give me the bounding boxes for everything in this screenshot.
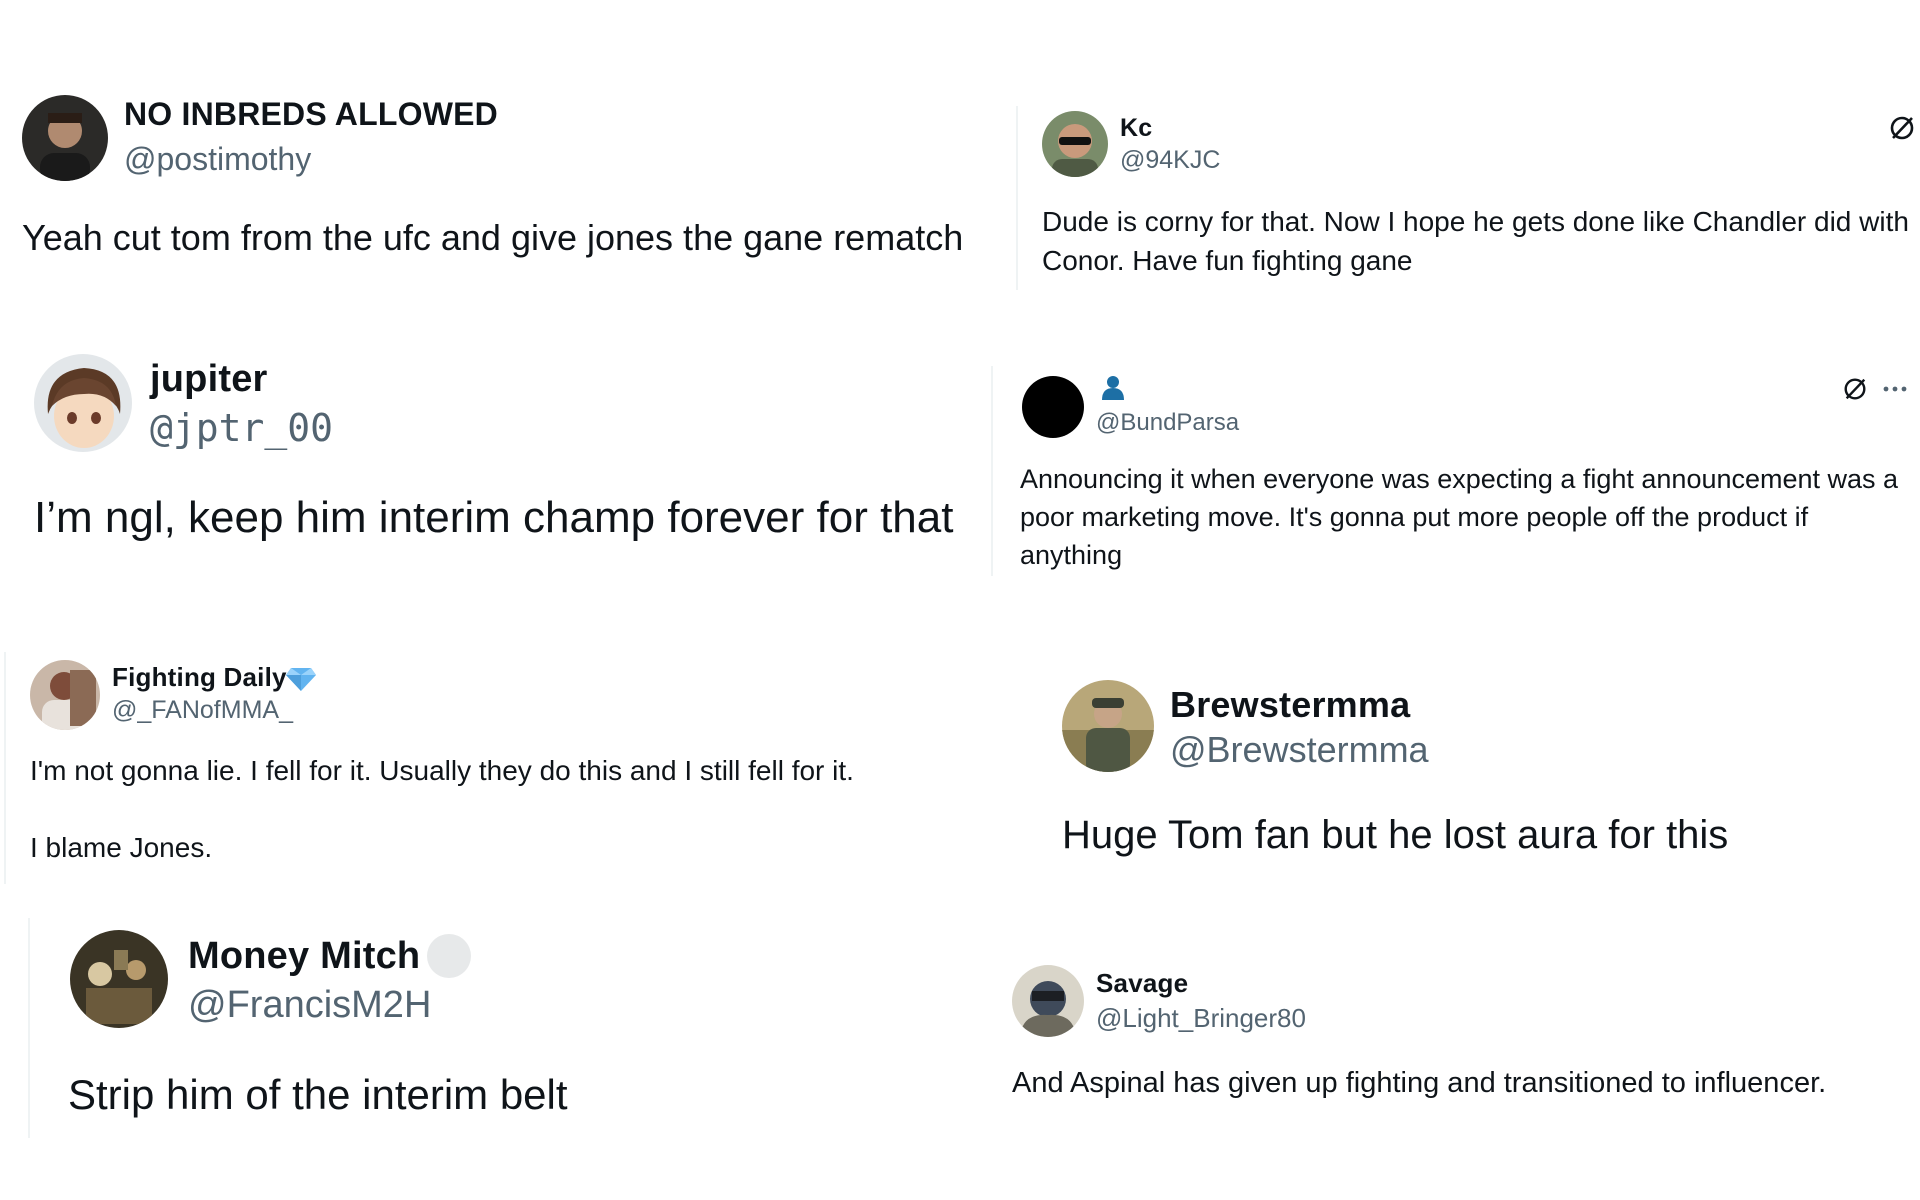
grok-icon[interactable] [1888,114,1916,142]
tweet-text: Strip him of the interim belt [68,1071,568,1118]
display-name[interactable]: NO INBREDS ALLOWED [124,96,498,133]
tweet-card: jupiter @jptr_00 I’m ngl, keep him inter… [0,330,990,580]
avatar[interactable] [1022,376,1084,438]
user-handle[interactable]: @94KJC [1120,146,1220,175]
grok-icon[interactable] [1842,376,1868,402]
badge-placeholder-icon [426,933,472,979]
tweet-text: I’m ngl, keep him interim champ forever … [34,493,954,542]
tweet-text: Huge Tom fan but he lost aura for this [1062,813,1729,857]
user-handle[interactable]: @postimothy [124,141,311,178]
tweet-card: @BundParsa Announcing it when everyone w… [1000,330,1920,590]
diamond-badge-icon [285,666,317,692]
user-handle[interactable]: @Brewstermma [1170,729,1429,771]
tweet-text: I'm not gonna lie. I fell for it. Usuall… [30,755,854,786]
person-icon [1100,374,1126,400]
tweet-text: And Aspinal has given up fighting and tr… [1012,1067,1827,1099]
more-icon[interactable] [1882,384,1908,394]
user-handle[interactable]: @_FANofMMA_ [112,696,293,725]
tweet-text: Dude is corny for that. Now I hope he ge… [1042,206,1909,276]
display-name[interactable]: jupiter [150,358,268,401]
tweet-text: Announcing it when everyone was expectin… [1020,464,1899,570]
tweet-text: Yeah cut tom from the ufc and give jones… [22,217,964,258]
display-name[interactable]: Brewstermma [1170,684,1410,726]
avatar[interactable] [22,95,108,181]
user-handle[interactable]: @jptr_00 [150,406,333,450]
card-border [28,918,30,1138]
column-divider [991,366,993,576]
avatar[interactable] [1042,111,1108,177]
tweet-card: Money Mitch @FrancisM2H Strip him of the… [0,900,1000,1140]
avatar[interactable] [70,930,168,1028]
tweet-card: Brewstermma @Brewstermma Huge Tom fan bu… [1040,640,1920,880]
display-name[interactable]: Money Mitch [188,935,420,978]
tweet-card: Fighting Daily @_FANofMMA_ I'm not gonna… [0,640,1000,884]
display-name[interactable]: Savage [1096,968,1188,999]
column-divider [1016,106,1018,290]
tweet-card: Kc @94KJC Dude is corny for that. Now I … [1020,0,1920,300]
card-border [4,652,6,884]
user-handle[interactable]: @FrancisM2H [188,984,431,1027]
avatar[interactable] [34,354,132,452]
user-handle[interactable]: @BundParsa [1096,409,1239,437]
avatar[interactable] [30,660,100,730]
tweet-collage: NO INBREDS ALLOWED @postimothy Yeah cut … [0,0,1920,1200]
avatar[interactable] [1012,965,1084,1037]
user-handle[interactable]: @Light_Bringer80 [1096,1003,1306,1034]
avatar[interactable] [1062,680,1154,772]
tweet-card: NO INBREDS ALLOWED @postimothy Yeah cut … [0,0,1000,300]
tweet-text-continued: I blame Jones. [30,832,213,863]
display-name[interactable]: Fighting Daily [112,662,287,693]
display-name[interactable]: Kc [1120,114,1152,143]
tweet-card: Savage @Light_Bringer80 And Aspinal has … [1000,940,1920,1140]
